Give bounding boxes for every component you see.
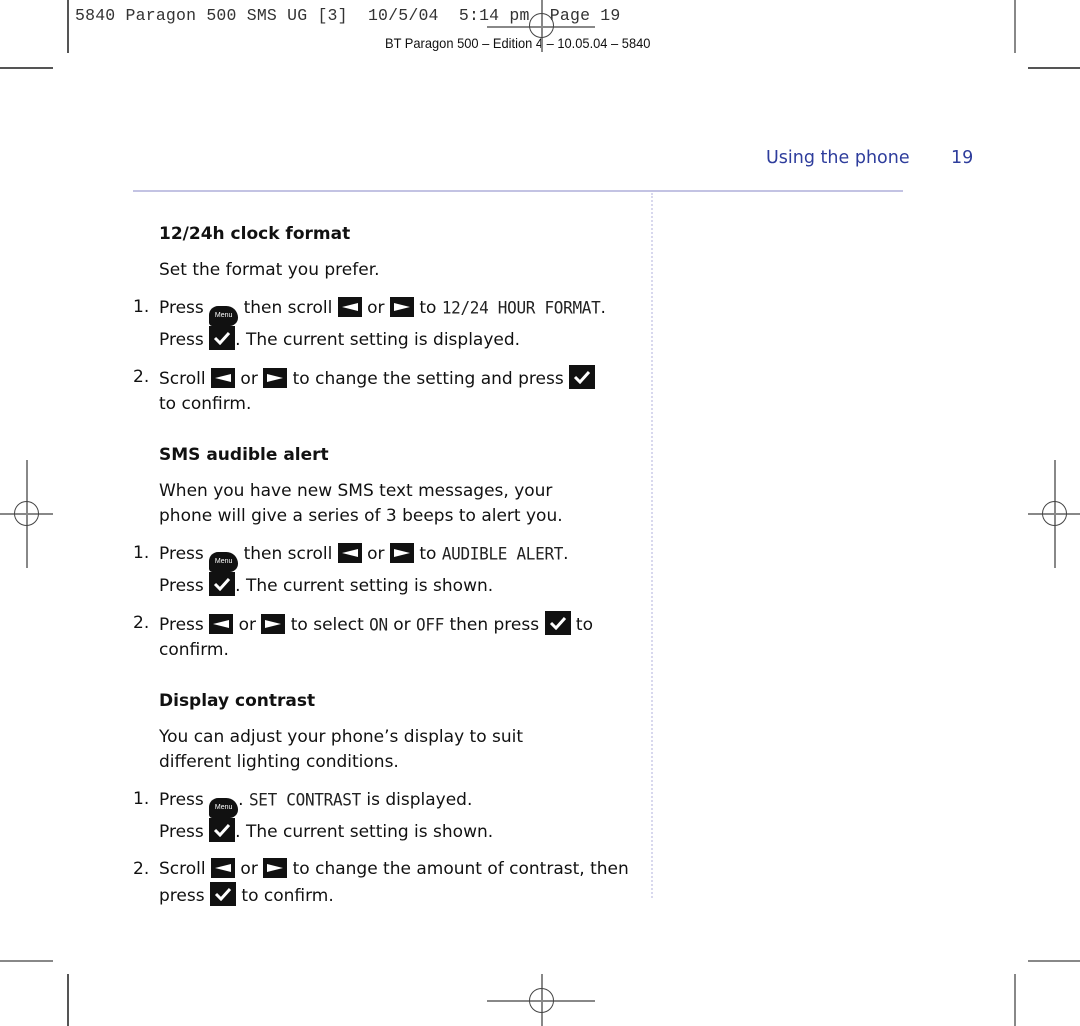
step-number: 2. [133,859,150,879]
running-head: Using the phone [766,148,910,168]
step: 2. Scroll or to change the amount of con… [133,857,633,909]
edition-line: BT Paragon 500 – Edition 4 – 10.05.04 – … [385,35,651,51]
step: 1. Press Menu then scroll or to AUDIBLE … [133,541,633,599]
crop-mark [0,67,53,69]
section-title: 12/24h clock format [159,224,351,244]
section-intro: Set the format you prefer. [159,260,380,280]
section-title: Display contrast [159,691,316,711]
ok-check-icon [569,365,596,389]
lcd-text: 12/24 HOUR FORMAT [441,297,601,318]
ok-check-icon [209,572,236,596]
step-number: 2. [133,367,150,387]
scroll-left-icon [209,614,234,634]
menu-key-icon: Menu [209,306,239,326]
step-number: 1. [133,297,150,317]
page-content: 12/24h clock format Set the format you p… [133,222,633,935]
page-number: 19 [951,148,974,168]
menu-key-icon: Menu [209,552,239,572]
step: 2. Press or to select ON or OFF then pre… [133,611,633,663]
section-intro: When you have new SMS text messages, you… [159,481,563,526]
lcd-text: AUDIBLE ALERT [441,543,564,564]
scroll-left-icon [211,858,236,878]
scroll-right-icon [389,297,414,317]
step: 1. Press Menu then scroll or to 12/24 HO… [133,295,633,353]
scroll-left-icon [337,297,362,317]
crop-mark [0,960,53,962]
section-intro: You can adjust your phone’s display to s… [159,727,524,772]
crop-mark [1028,67,1080,69]
step-number: 1. [133,543,150,563]
step-number: 2. [133,613,150,633]
scroll-right-icon [261,614,286,634]
crop-mark [67,0,69,53]
section-clock-format: 12/24h clock format Set the format you p… [133,222,633,417]
section-sms-alert: SMS audible alert When you have new SMS … [133,443,633,663]
header-rule [133,190,903,192]
ok-check-icon [210,882,236,906]
lcd-text: SET CONTRAST [248,789,361,810]
menu-key-icon: Menu [209,798,239,818]
ok-check-icon [544,611,571,635]
scroll-left-icon [337,543,362,563]
scroll-right-icon [389,543,414,563]
step-number: 1. [133,789,150,809]
crop-mark [1028,960,1080,962]
crop-mark [1014,0,1016,53]
ok-check-icon [209,326,236,350]
section-title: SMS audible alert [159,445,329,465]
section-display-contrast: Display contrast You can adjust your pho… [133,689,633,909]
column-divider [651,193,653,898]
ok-check-icon [209,818,236,842]
step: 1. Press Menu. SET CONTRAST is displayed… [133,787,633,845]
crop-mark [67,974,69,1026]
scroll-right-icon [263,858,288,878]
crop-mark [1014,974,1016,1026]
lcd-text: ON [369,614,388,635]
lcd-text: OFF [416,614,445,635]
step: 2. Scroll or to change the setting and p… [133,365,633,417]
scroll-left-icon [211,368,236,388]
scroll-right-icon [263,368,288,388]
